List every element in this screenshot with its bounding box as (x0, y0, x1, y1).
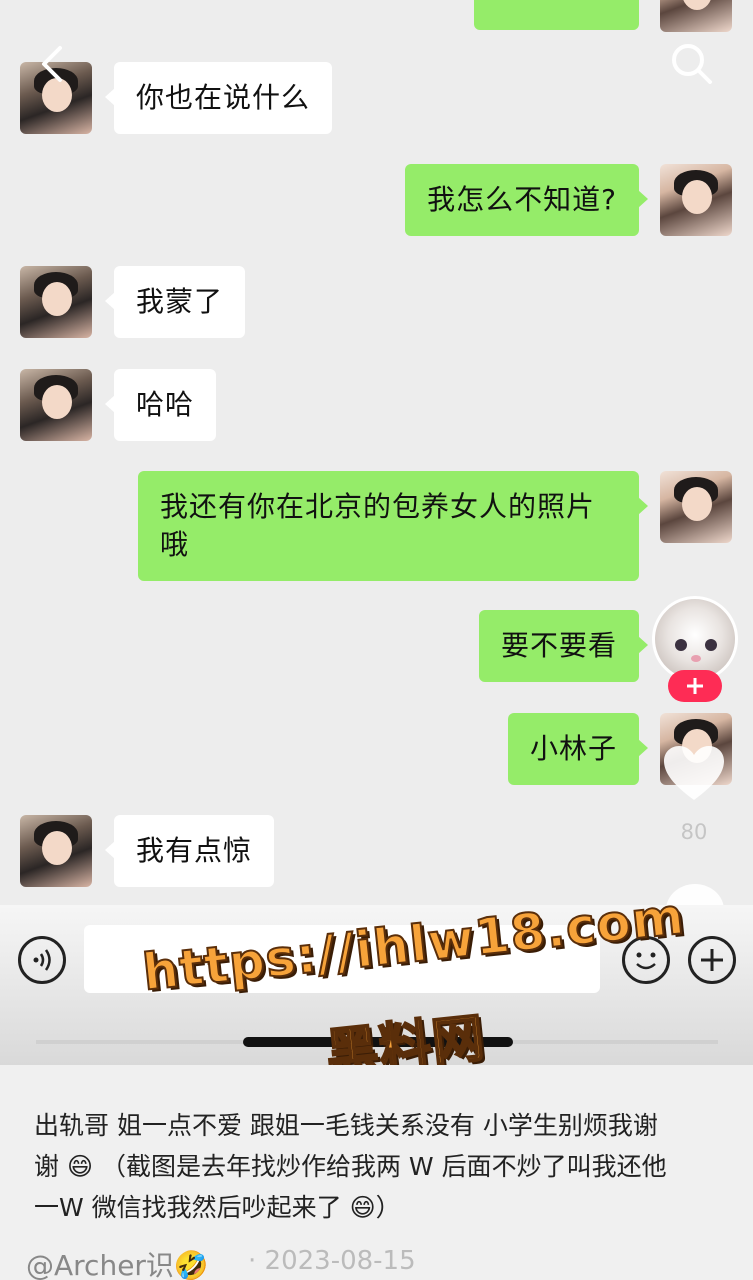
cat-eye-left (675, 639, 687, 651)
message-bubble-sent[interactable]: 我还有你在北京的包养女人的照片 哦 (138, 471, 648, 581)
cat-nose (691, 655, 701, 662)
her-avatar[interactable] (660, 164, 732, 236)
message-bubble-received[interactable]: 哈哈 (104, 369, 217, 441)
caption-line: 谢 😄 （截图是去年找炒作给我两 W 后面不炒了叫我还他 (34, 1152, 667, 1181)
message-bubble-sent[interactable]: 要不要看 (478, 610, 649, 682)
his-avatar[interactable] (20, 369, 92, 441)
caption-line: 出轨哥 姐一点不爱 跟姐一毛钱关系没有 小学生别烦我谢 (34, 1111, 658, 1140)
follow-button[interactable] (668, 670, 722, 702)
search-icon[interactable] (668, 40, 714, 86)
message-bubble-sent[interactable]: 我怎么不知道? (405, 164, 648, 236)
message-line: 哦 (160, 528, 190, 561)
message-bubble-received[interactable]: 你也在说什么 (104, 62, 333, 134)
chat-area: 你也在说什么 我怎么不知道? 我蒙了 哈哈 我还有你在北京的包养女人的照片 哦 … (0, 0, 753, 905)
message-bubble-received[interactable]: 我有点惊 (104, 815, 275, 887)
post-date: · 2023-08-15 (248, 1246, 416, 1276)
her-avatar[interactable] (660, 471, 732, 543)
like-icon[interactable] (662, 744, 726, 804)
author-handle[interactable]: @Archer识🤣 (26, 1244, 209, 1280)
caption-text[interactable]: 出轨哥 姐一点不爱 跟姐一毛钱关系没有 小学生别烦我谢 谢 😄 （截图是去年找炒… (34, 1105, 714, 1228)
back-icon[interactable] (34, 42, 74, 86)
his-avatar[interactable] (20, 266, 92, 338)
like-count: 80 (680, 820, 708, 844)
voice-icon[interactable] (18, 936, 66, 984)
message-line: 我还有你在北京的包养女人的照片 (160, 490, 596, 523)
caption-line: 一W 微信找我然后吵起来了 😄） (34, 1193, 401, 1222)
her-avatar[interactable] (660, 0, 732, 32)
cat-eye-right (705, 639, 717, 651)
message-bubble-sent[interactable]: 小林子 (507, 713, 649, 785)
add-icon[interactable] (688, 936, 736, 984)
message-bubble-received[interactable]: 我蒙了 (104, 266, 246, 338)
partial-sent-bubble (474, 0, 639, 30)
his-avatar[interactable] (20, 815, 92, 887)
